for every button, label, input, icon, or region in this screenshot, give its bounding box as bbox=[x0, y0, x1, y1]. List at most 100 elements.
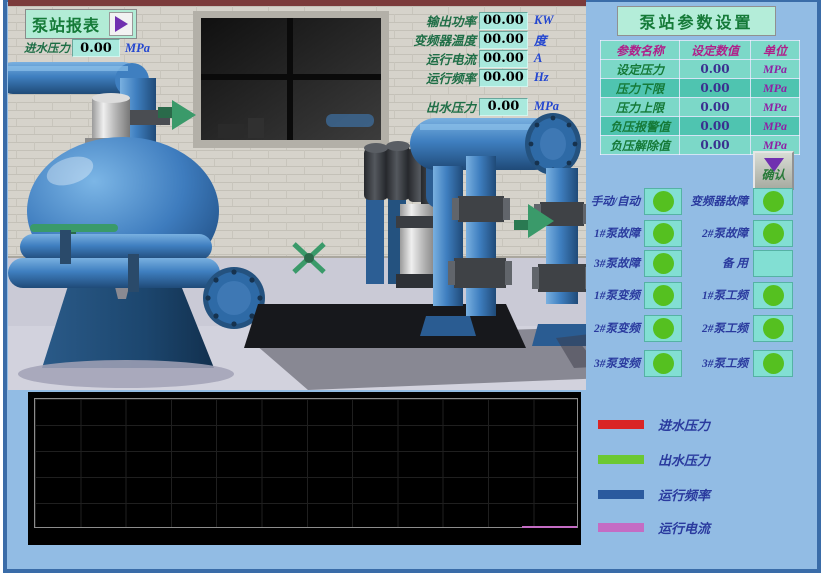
status-row: 1#泵变频 1#泵工频 bbox=[586, 282, 808, 310]
table-row: 压力上限 0.00 MPa bbox=[601, 98, 800, 117]
status-indicator bbox=[753, 350, 793, 377]
status-panel: 手动/自动 变频器故障 1#泵故障 2#泵故障 3#泵故障 备 用 1#泵变频 … bbox=[586, 186, 808, 386]
confirm-button[interactable]: 确认 bbox=[753, 151, 794, 190]
legend-label: 进水压力 bbox=[658, 415, 710, 434]
param-setpoint[interactable]: 0.00 bbox=[680, 98, 751, 117]
status-label: 1#泵变频 bbox=[580, 287, 640, 303]
param-unit: MPa bbox=[751, 117, 800, 136]
status-indicator bbox=[644, 188, 682, 215]
led-icon bbox=[763, 353, 784, 374]
play-icon bbox=[109, 12, 133, 36]
status-label: 2#泵工频 bbox=[682, 320, 748, 336]
param-setpoint[interactable]: 0.00 bbox=[680, 136, 751, 155]
status-row: 2#泵变频 2#泵工频 bbox=[586, 315, 808, 343]
inlet-pressure-value: 0.00 bbox=[72, 39, 120, 57]
status-indicator bbox=[753, 282, 793, 309]
param-name: 负压解除值 bbox=[601, 136, 680, 155]
status-label: 备 用 bbox=[682, 255, 748, 271]
param-name: 设定压力 bbox=[601, 60, 680, 79]
led-icon bbox=[653, 318, 674, 339]
legend-swatch-outlet-pressure bbox=[598, 455, 644, 464]
param-setpoint[interactable]: 0.00 bbox=[680, 117, 751, 136]
param-setpoint[interactable]: 0.00 bbox=[680, 79, 751, 98]
window bbox=[193, 11, 389, 148]
readout-output-power: 输出功率 00.00 KW bbox=[404, 11, 553, 30]
params-panel-title: 泵站参数设置 bbox=[617, 6, 776, 36]
legend-swatch-running-frequency bbox=[598, 490, 644, 499]
table-row: 负压报警值 0.00 MPa bbox=[601, 117, 800, 136]
trend-legend: 进水压力 出水压力 运行频率 运行电流 bbox=[598, 408, 808, 548]
legend-item: 运行频率 bbox=[598, 485, 710, 504]
led-icon bbox=[653, 285, 674, 306]
param-name: 压力下限 bbox=[601, 79, 680, 98]
status-indicator bbox=[753, 315, 793, 342]
legend-label: 运行电流 bbox=[658, 518, 710, 537]
status-row: 手动/自动 变频器故障 bbox=[586, 188, 808, 216]
status-indicator bbox=[753, 188, 793, 215]
readout-label: 运行频率 bbox=[404, 68, 476, 87]
status-indicator bbox=[753, 220, 793, 247]
status-label: 3#泵工频 bbox=[682, 355, 748, 371]
readout-label: 变频器温度 bbox=[404, 30, 476, 49]
readout-value: 00.00 bbox=[479, 31, 528, 49]
readout-unit: A bbox=[534, 51, 542, 66]
table-row: 压力下限 0.00 MPa bbox=[601, 79, 800, 98]
readout-label: 输出功率 bbox=[404, 11, 476, 30]
led-icon bbox=[763, 223, 784, 244]
led-icon bbox=[653, 353, 674, 374]
inlet-pressure-row: 进水压力 0.00 MPa bbox=[18, 39, 150, 57]
led-icon bbox=[653, 253, 674, 274]
status-row: 3#泵故障 备 用 bbox=[586, 250, 808, 278]
param-unit: MPa bbox=[751, 79, 800, 98]
status-label: 变频器故障 bbox=[682, 193, 748, 209]
running-current-trace bbox=[522, 526, 577, 528]
report-button[interactable]: 泵站报表 bbox=[25, 9, 137, 39]
param-unit: MPa bbox=[751, 60, 800, 79]
status-indicator bbox=[644, 350, 682, 377]
col-header-value: 设定数值 bbox=[680, 41, 751, 60]
status-label: 3#泵故障 bbox=[580, 255, 640, 271]
inlet-pressure-label: 进水压力 bbox=[18, 40, 70, 56]
status-indicator bbox=[644, 315, 682, 342]
confirm-button-label: 确认 bbox=[761, 166, 785, 183]
readout-label: 运行电流 bbox=[404, 49, 476, 68]
status-row: 1#泵故障 2#泵故障 bbox=[586, 220, 808, 248]
inlet-pressure-unit: MPa bbox=[125, 41, 150, 56]
report-button-label: 泵站报表 bbox=[32, 12, 100, 36]
status-indicator bbox=[644, 220, 682, 247]
param-name: 负压报警值 bbox=[601, 117, 680, 136]
outlet-pressure-unit: MPa bbox=[534, 99, 559, 114]
trend-chart bbox=[28, 392, 581, 545]
status-indicator bbox=[644, 250, 682, 277]
status-indicator bbox=[644, 282, 682, 309]
status-label: 2#泵故障 bbox=[682, 225, 748, 241]
readout-vfd-temperature: 变频器温度 00.00 度 bbox=[404, 30, 547, 49]
status-label: 2#泵变频 bbox=[580, 320, 640, 336]
hmi-pump-station-screen: 泵站报表 进水压力 0.00 MPa 输出功率 00.00 KW 变频器温度 0… bbox=[0, 0, 825, 577]
legend-item: 出水压力 bbox=[598, 450, 710, 469]
led-icon bbox=[763, 285, 784, 306]
readout-unit: 度 bbox=[534, 30, 547, 49]
led-icon bbox=[653, 191, 674, 212]
led-icon bbox=[763, 191, 784, 212]
status-label: 3#泵变频 bbox=[580, 355, 640, 371]
readout-running-current: 运行电流 00.00 A bbox=[404, 49, 542, 68]
led-icon bbox=[763, 318, 784, 339]
params-table: 参数名称 设定数值 单位 设定压力 0.00 MPa 压力下限 0.00 MPa… bbox=[600, 40, 800, 155]
param-name: 压力上限 bbox=[601, 98, 680, 117]
led-icon bbox=[653, 223, 674, 244]
trend-plot-area bbox=[34, 398, 578, 528]
outlet-pressure-value: 0.00 bbox=[479, 98, 528, 116]
readout-value: 00.00 bbox=[479, 50, 528, 68]
status-indicator bbox=[753, 250, 793, 277]
legend-swatch-inlet-pressure bbox=[598, 420, 644, 429]
status-label: 1#泵工频 bbox=[682, 287, 748, 303]
param-setpoint[interactable]: 0.00 bbox=[680, 60, 751, 79]
outlet-pressure-row: 出水压力 0.00 MPa bbox=[404, 97, 559, 116]
status-label: 1#泵故障 bbox=[580, 225, 640, 241]
readout-value: 00.00 bbox=[479, 69, 528, 87]
col-header-name: 参数名称 bbox=[601, 41, 680, 60]
col-header-unit: 单位 bbox=[751, 41, 800, 60]
table-row: 设定压力 0.00 MPa bbox=[601, 60, 800, 79]
legend-item: 进水压力 bbox=[598, 415, 710, 434]
